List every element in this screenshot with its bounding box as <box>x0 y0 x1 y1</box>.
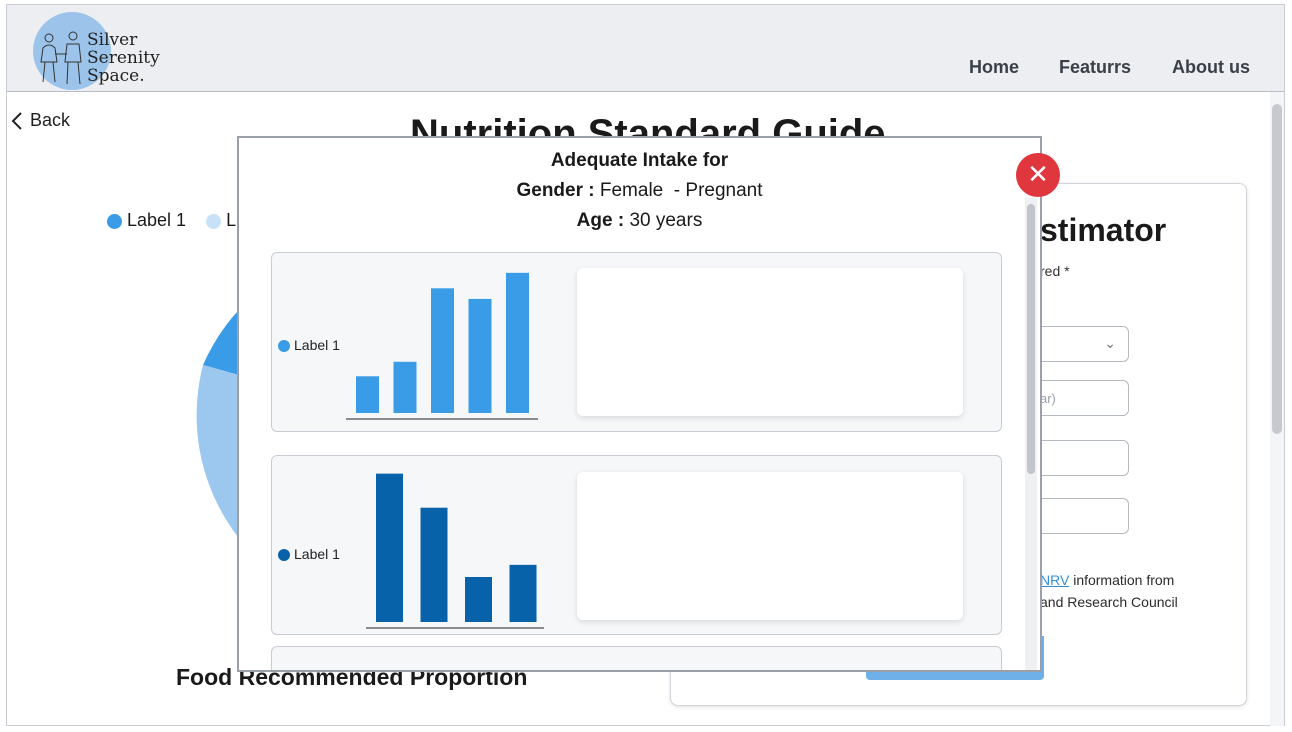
chart-bar <box>356 376 379 413</box>
chart-panel: Label 1 <box>271 455 1002 635</box>
required-label: red * <box>1040 263 1070 279</box>
chart-bar <box>509 564 537 622</box>
chart-bar <box>393 361 417 413</box>
chart-bar <box>431 288 454 413</box>
modal-heading: Adequate Intake for <box>239 150 1040 172</box>
info-text: information from <box>1069 572 1175 588</box>
chart-bar <box>420 507 448 622</box>
intake-bar-chart-1 <box>346 272 538 420</box>
back-button[interactable]: Back <box>10 110 70 131</box>
intake-bar-chart-2 <box>366 473 544 629</box>
chart-bar <box>506 272 529 413</box>
weight-input[interactable] <box>1036 440 1129 476</box>
intake-modal: Adequate Intake for Gender : Female - Pr… <box>237 136 1042 672</box>
age-placeholder: ar) <box>1040 391 1056 406</box>
back-label: Back <box>30 110 71 130</box>
age-input[interactable]: ar) <box>1036 380 1129 416</box>
legend-label: Label 1 <box>294 546 340 562</box>
chart-panel <box>271 646 1002 670</box>
legend-label: Label 1 <box>294 337 340 353</box>
gender-select[interactable]: ⌄ <box>1036 326 1129 362</box>
modal-age-row: Age : 30 years <box>239 210 1040 232</box>
age-value: 30 years <box>629 210 703 231</box>
height-input[interactable] <box>1036 498 1129 534</box>
chevron-down-icon: ⌄ <box>1104 335 1116 351</box>
legend-swatch <box>107 213 122 229</box>
chart-legend: Label 1 <box>278 546 340 562</box>
chart-detail-card <box>577 472 963 620</box>
age-label: Age : <box>576 210 625 231</box>
nav-about-link[interactable]: About us <box>1172 57 1250 78</box>
nav-features-link[interactable]: Featurrs <box>1059 57 1131 78</box>
logo-line: Space. <box>87 66 145 86</box>
top-header: Silver Serenity Space. Home Featurrs Abo… <box>7 5 1284 92</box>
nrv-info-text: NRV information from and Research Counci… <box>1040 569 1178 613</box>
legend-item: Label 1 <box>107 210 186 231</box>
legend-swatch <box>278 549 290 562</box>
chart-panel: Label 1 <box>271 252 1002 432</box>
chart-bar <box>465 577 492 622</box>
chart-bar <box>468 298 492 413</box>
info-text: and Research Council <box>1040 594 1178 610</box>
nav-home-link[interactable]: Home <box>969 57 1019 78</box>
chevron-left-icon <box>11 111 22 130</box>
chart-detail-card <box>577 268 963 416</box>
gender-value: Female - Pregnant <box>599 180 763 201</box>
close-modal-button[interactable]: ✕ <box>1016 153 1060 197</box>
scrollbar-thumb[interactable] <box>1272 104 1282 434</box>
legend-label: Label 1 <box>127 210 187 230</box>
logo-line: Serenity <box>87 48 160 68</box>
estimator-title: stimator <box>1040 212 1167 248</box>
modal-gender-row: Gender : Female - Pregnant <box>239 180 1040 202</box>
chart-legend: Label 1 <box>278 337 340 353</box>
page-scrollbar[interactable] <box>1270 92 1284 726</box>
modal-heading-text: Adequate Intake for <box>550 150 729 171</box>
logo-figures-icon <box>40 31 82 85</box>
nrv-link[interactable]: NRV <box>1040 572 1069 588</box>
legend-swatch <box>206 213 222 229</box>
legend-swatch <box>278 340 290 353</box>
logo-line: Silver <box>87 30 138 50</box>
gender-label: Gender : <box>516 180 595 201</box>
scrollbar-thumb[interactable] <box>1027 204 1035 474</box>
logo-wordmark: Silver Serenity Space. <box>87 31 160 85</box>
modal-scrollbar[interactable] <box>1025 198 1037 670</box>
chart-bar <box>376 473 403 622</box>
close-icon: ✕ <box>1027 160 1049 190</box>
